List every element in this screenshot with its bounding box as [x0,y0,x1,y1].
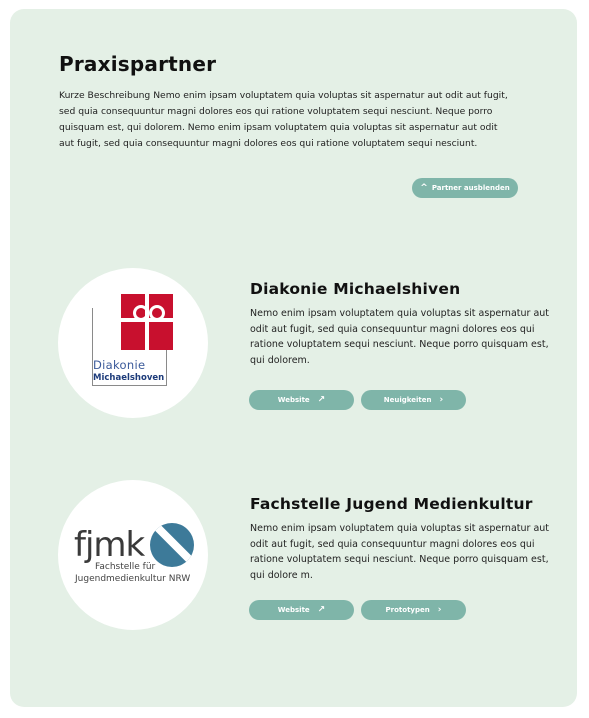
external-link-icon: ↗ [317,604,326,615]
section-title: Praxispartner [59,52,217,76]
news-button[interactable]: Neuigkeiten › [361,390,466,410]
fjmk-ball-icon [150,523,194,567]
chevron-right-icon: › [439,394,444,405]
chevron-right-icon: › [437,604,442,615]
diakonie-cross-icon [121,294,173,350]
fjmk-logo-mark: fjmk [74,525,145,565]
external-link-icon: ↗ [317,394,326,405]
prototypes-label: Prototypen [385,606,430,614]
diakonie-logo-text: Diakonie [93,358,146,372]
prototypes-button[interactable]: Prototypen › [361,600,466,620]
partner-description: Nemo enim ipsam voluptatem quia voluptas… [250,308,550,366]
diakonie-logo-subtext: Michaelshoven [93,373,165,383]
website-button[interactable]: Website ↗ [249,600,354,620]
website-label: Website [277,606,310,614]
hide-partners-button[interactable]: ^ Partner ausblenden [412,178,518,198]
news-label: Neuigkeiten [383,396,432,404]
website-button[interactable]: Website ↗ [249,390,354,410]
partner-description: Nemo enim ipsam voluptatem quia voluptas… [250,523,550,581]
partner-name: Diakonie Michaelshiven [250,280,461,298]
hide-partners-label: Partner ausblenden [431,184,510,192]
fjmk-logo-text: Fachstelle für [95,562,156,572]
section-description: Kurze Beschreibung Nemo enim ipsam volup… [59,90,508,149]
partner-name: Fachstelle Jugend Medienkultur [250,495,533,513]
fjmk-logo-subtext: Jugendmedienkultur NRW [75,574,191,584]
chevron-up-icon: ^ [420,182,428,193]
website-label: Website [277,396,310,404]
